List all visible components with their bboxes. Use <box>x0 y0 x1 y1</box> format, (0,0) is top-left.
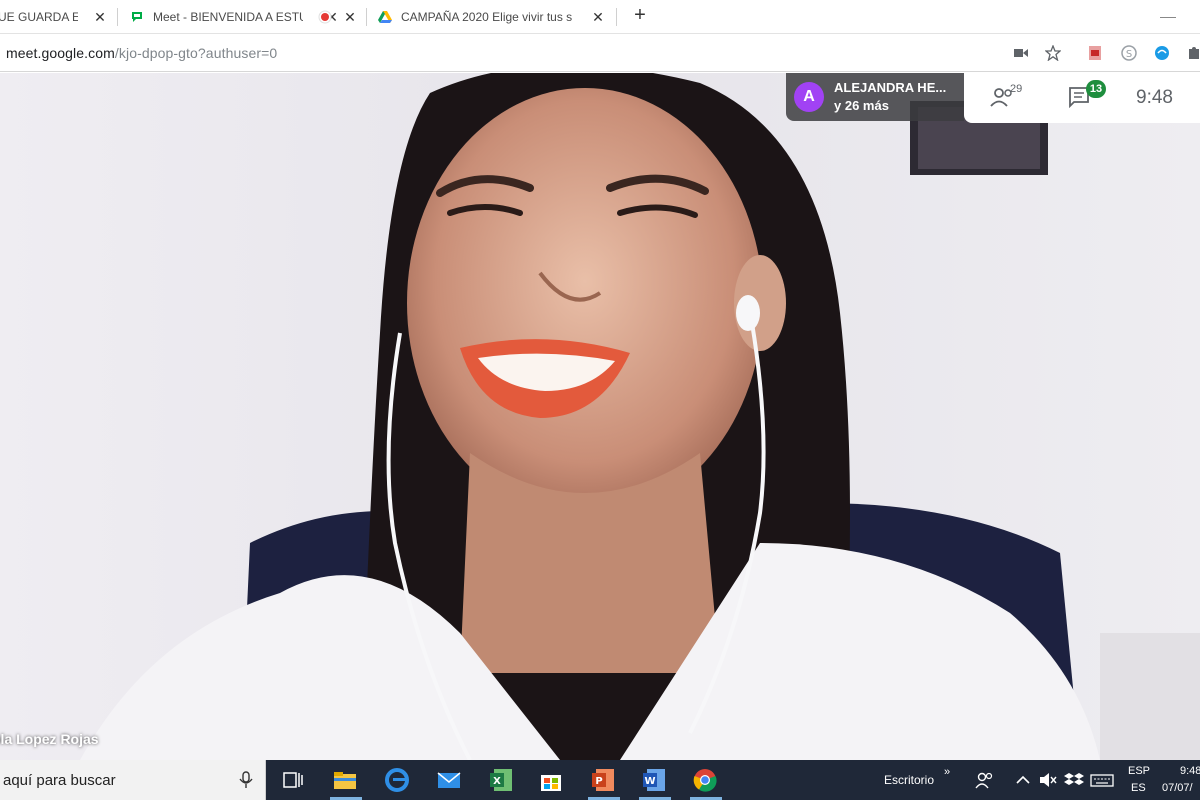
close-icon[interactable]: ✕ <box>92 9 108 25</box>
participant-name-label: ola Lopez Rojas <box>0 731 99 747</box>
chevron-right-icon[interactable]: » <box>944 766 950 778</box>
file-explorer-icon[interactable] <box>332 767 358 793</box>
keyboard-icon[interactable] <box>1090 767 1114 793</box>
keyboard-layout: ES <box>1131 782 1146 794</box>
dropbox-icon[interactable] <box>1064 767 1084 793</box>
people-icon[interactable] <box>974 767 996 793</box>
meet-top-bar: 29 13 9:48 <box>964 73 1200 123</box>
minimize-icon[interactable] <box>1160 6 1176 18</box>
language-code[interactable]: ESP <box>1128 765 1150 777</box>
skype-icon[interactable]: S <box>1120 44 1138 62</box>
tab-title: Meet - BIENVENIDA A ESTU <box>153 10 303 24</box>
store-icon[interactable] <box>538 767 564 793</box>
address-bar: meet.google.com/kjo-dpop-gto?authuser=0 … <box>0 35 1200 72</box>
svg-text:S: S <box>1126 49 1132 60</box>
drive-icon <box>378 10 392 24</box>
pdf-extension-icon[interactable] <box>1086 44 1104 62</box>
task-view-icon[interactable] <box>280 767 306 793</box>
desktop-toolbar-label[interactable]: Escritorio <box>884 773 934 787</box>
tab-campana[interactable]: CAMPAÑA 2020 Elige vivir tus s ✕ <box>378 0 614 34</box>
svg-text:W: W <box>644 776 655 787</box>
tab-title: UE GUARDA EL <box>0 10 78 24</box>
avatar: A <box>794 82 824 112</box>
chrome-icon[interactable] <box>692 767 718 793</box>
record-dot-icon <box>318 10 332 24</box>
excel-icon[interactable]: X <box>488 767 514 793</box>
sync-extension-icon[interactable] <box>1153 44 1171 62</box>
close-icon[interactable]: ✕ <box>342 9 358 25</box>
mail-icon[interactable] <box>436 767 462 793</box>
taskbar-clock-date: 07/07/ <box>1162 782 1193 794</box>
word-icon[interactable]: W <box>641 767 667 793</box>
microphone-icon[interactable] <box>238 771 254 789</box>
taskbar-clock-time[interactable]: 9:48 <box>1180 765 1200 777</box>
screen: UE GUARDA EL ✕ Meet - BIENVENIDA A ESTU … <box>0 0 1200 800</box>
url-field[interactable]: meet.google.com/kjo-dpop-gto?authuser=0 <box>6 45 277 61</box>
camera-icon[interactable] <box>1012 44 1030 62</box>
tab-ue-guarda[interactable]: UE GUARDA EL ✕ <box>0 0 116 34</box>
volume-muted-icon[interactable] <box>1038 767 1058 793</box>
tab-title: CAMPAÑA 2020 Elige vivir tus s <box>401 10 573 24</box>
meet-icon <box>130 10 144 24</box>
presenter-chip[interactable]: A ALEJANDRA HE... y 26 más <box>786 73 964 121</box>
meet-clock: 9:48 <box>1136 87 1173 108</box>
star-icon[interactable] <box>1044 44 1062 62</box>
powerpoint-icon[interactable]: P <box>590 767 616 793</box>
taskbar: aquí para buscar X P W Escritorio » ESP … <box>0 760 1200 800</box>
close-icon[interactable]: ✕ <box>590 9 606 25</box>
edge-icon[interactable] <box>384 767 410 793</box>
search-box[interactable]: aquí para buscar <box>0 760 266 800</box>
presenter-name: ALEJANDRA HE... <box>834 80 947 95</box>
svg-text:P: P <box>595 776 602 787</box>
tab-strip: UE GUARDA EL ✕ Meet - BIENVENIDA A ESTU … <box>0 0 1200 34</box>
tab-record-indicator: ✕ <box>318 0 366 34</box>
search-placeholder: aquí para buscar <box>3 772 116 789</box>
svg-text:X: X <box>493 776 501 787</box>
presenter-more: y 26 más <box>834 98 889 113</box>
participant-video[interactable]: ola Lopez Rojas <box>0 73 1200 760</box>
video-frame <box>0 73 1200 760</box>
chevron-up-icon[interactable] <box>1014 767 1032 793</box>
new-tab-button[interactable]: + <box>628 4 652 28</box>
chat-badge: 13 <box>1086 80 1106 98</box>
url-path: /kjo-dpop-gto?authuser=0 <box>114 45 278 61</box>
puzzle-icon[interactable] <box>1186 44 1200 62</box>
participants-count: 29 <box>1010 83 1023 95</box>
url-host: meet.google.com <box>6 45 115 61</box>
